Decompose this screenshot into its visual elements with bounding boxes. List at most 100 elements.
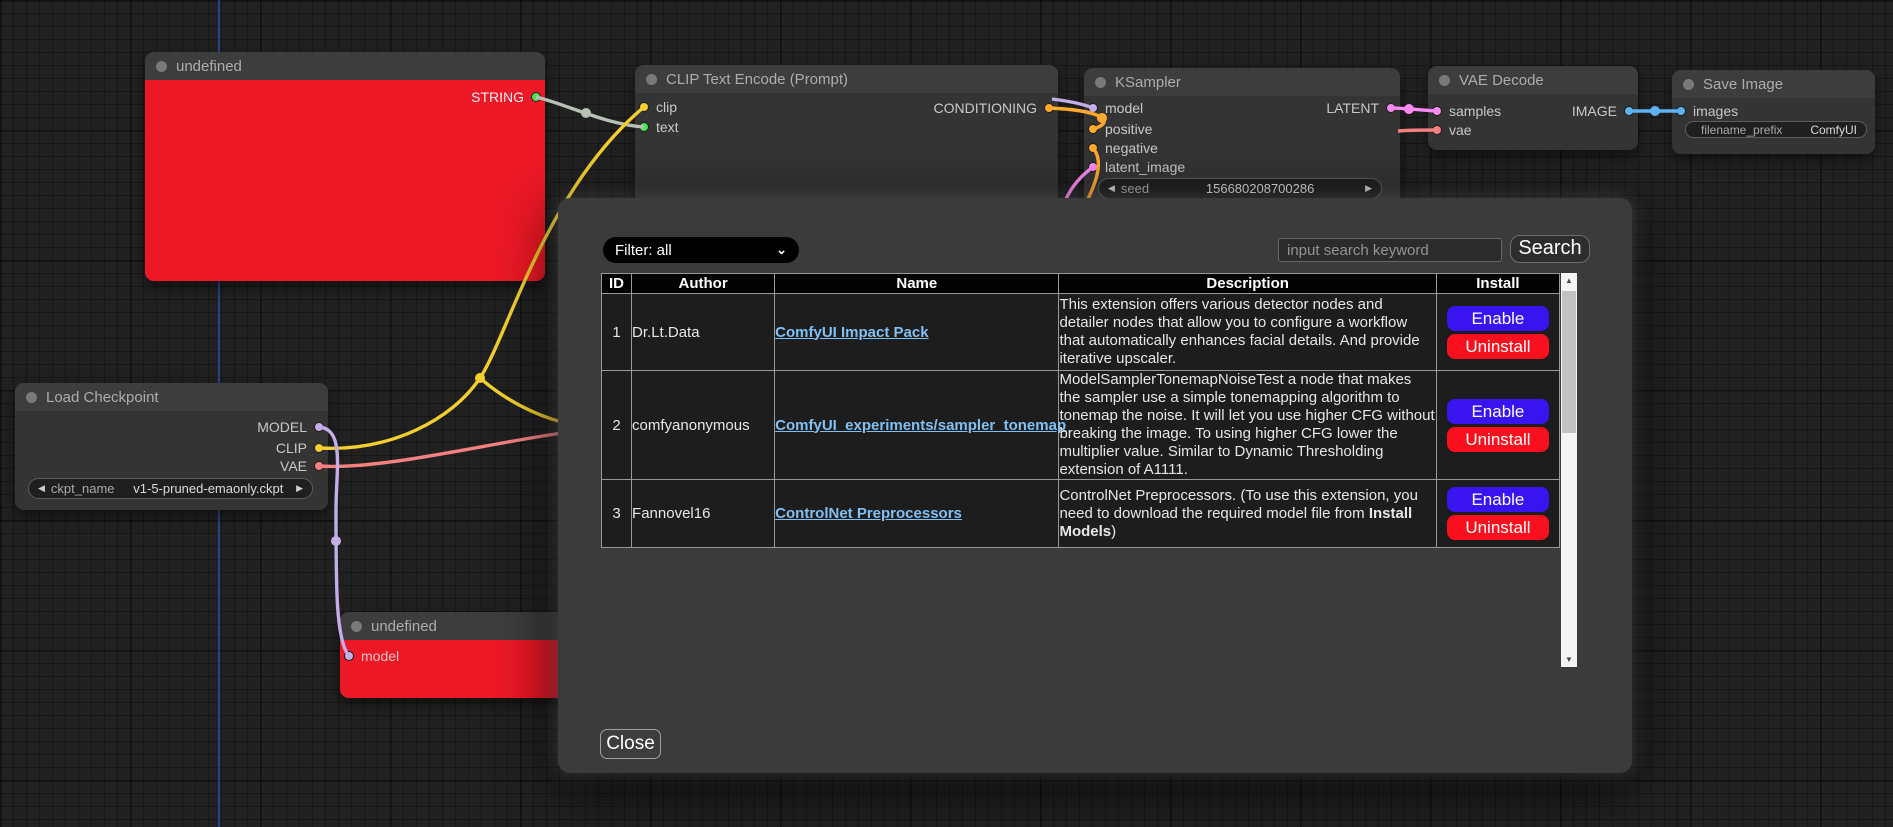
- uninstall-button[interactable]: Uninstall: [1447, 515, 1549, 540]
- slot-dot[interactable]: [639, 102, 649, 112]
- node-ksampler[interactable]: KSampler model positive negative latent_…: [1084, 68, 1400, 210]
- scroll-down-arrow-icon[interactable]: ▼: [1561, 652, 1577, 667]
- link-midpoint-dot[interactable]: [581, 108, 591, 118]
- scrollbar[interactable]: ▲ ▼: [1561, 273, 1577, 667]
- input-slot-latent-image[interactable]: latent_image: [1088, 159, 1185, 175]
- node-load-checkpoint[interactable]: Load Checkpoint MODEL CLIP VAE ◀ ckpt_na…: [15, 383, 328, 510]
- table-header-row: IDAuthorNameDescriptionInstall: [602, 274, 1560, 294]
- collapse-dot-icon[interactable]: [156, 61, 167, 72]
- input-slot-samples[interactable]: samples: [1432, 103, 1501, 119]
- node-title: Load Checkpoint: [46, 389, 159, 406]
- node-title: undefined: [176, 58, 242, 75]
- collapse-dot-icon[interactable]: [646, 74, 657, 85]
- node-titlebar[interactable]: Save Image: [1672, 70, 1875, 98]
- cell-author: comfyanonymous: [632, 371, 775, 480]
- slot-dot[interactable]: [1088, 103, 1098, 113]
- input-slot-vae[interactable]: vae: [1432, 122, 1472, 138]
- slot-dot[interactable]: [1676, 106, 1686, 116]
- increment-arrow-icon[interactable]: ▶: [1365, 183, 1372, 194]
- close-button[interactable]: Close: [600, 729, 661, 759]
- output-slot-latent[interactable]: LATENT: [1326, 100, 1396, 116]
- enable-button[interactable]: Enable: [1447, 306, 1549, 331]
- table-row: 2comfyanonymousComfyUI_experiments/sampl…: [602, 371, 1560, 480]
- link-vae-left-segment: [319, 433, 562, 466]
- seed-widget[interactable]: ◀ seed 156680208700286 ▶: [1098, 178, 1382, 199]
- node-undefined-top[interactable]: undefined STRING: [145, 52, 545, 281]
- cell-author: Dr.Lt.Data: [632, 294, 775, 371]
- table-header-cell: Name: [775, 274, 1059, 294]
- output-slot-image[interactable]: IMAGE: [1572, 103, 1634, 119]
- slot-dot[interactable]: [1386, 103, 1396, 113]
- widget-label: ckpt_name: [51, 481, 115, 496]
- link-midpoint-dot[interactable]: [331, 536, 341, 546]
- search-button[interactable]: Search: [1510, 235, 1590, 263]
- node-save-image[interactable]: Save Image images filename_prefix ComfyU…: [1672, 70, 1875, 154]
- ckpt-name-widget[interactable]: ◀ ckpt_name v1-5-pruned-emaonly.ckpt ▶: [28, 478, 313, 499]
- slot-dot[interactable]: [1624, 106, 1634, 116]
- link-string-to-text: [536, 97, 644, 127]
- slot-dot[interactable]: [1088, 124, 1098, 134]
- slot-dot[interactable]: [344, 651, 354, 661]
- collapse-dot-icon[interactable]: [1095, 77, 1106, 88]
- output-slot-conditioning[interactable]: CONDITIONING: [934, 100, 1054, 116]
- link-midpoint-dot[interactable]: [1650, 106, 1660, 116]
- slot-dot[interactable]: [314, 422, 324, 432]
- input-slot-positive[interactable]: positive: [1088, 121, 1152, 137]
- slot-dot[interactable]: [531, 92, 541, 102]
- collapse-dot-icon[interactable]: [1439, 75, 1450, 86]
- uninstall-button[interactable]: Uninstall: [1447, 334, 1549, 359]
- collapse-dot-icon[interactable]: [351, 621, 362, 632]
- extension-link[interactable]: ComfyUI Impact Pack: [775, 324, 928, 341]
- extension-link[interactable]: ControlNet Preprocessors: [775, 505, 962, 522]
- cell-name: ComfyUI_experiments/sampler_tonemap: [775, 371, 1059, 480]
- link-midpoint-dot[interactable]: [475, 373, 485, 383]
- input-slot-model[interactable]: model: [344, 648, 399, 664]
- next-arrow-icon[interactable]: ▶: [296, 483, 303, 494]
- node-titlebar[interactable]: KSampler: [1084, 68, 1400, 96]
- cell-id: 2: [602, 371, 632, 480]
- node-titlebar[interactable]: CLIP Text Encode (Prompt): [635, 65, 1058, 93]
- slot-dot[interactable]: [314, 461, 324, 471]
- search-input[interactable]: [1278, 238, 1502, 262]
- slot-dot[interactable]: [639, 122, 649, 132]
- scroll-up-arrow-icon[interactable]: ▲: [1561, 273, 1577, 288]
- decrement-arrow-icon[interactable]: ◀: [1108, 183, 1115, 194]
- slot-dot[interactable]: [1432, 106, 1442, 116]
- enable-button[interactable]: Enable: [1447, 487, 1549, 512]
- prev-arrow-icon[interactable]: ◀: [38, 483, 45, 494]
- link-midpoint-dot[interactable]: [1404, 104, 1414, 114]
- node-title: KSampler: [1115, 74, 1181, 91]
- slot-dot[interactable]: [314, 443, 324, 453]
- slot-dot[interactable]: [1088, 162, 1098, 172]
- extension-link[interactable]: ComfyUI_experiments/sampler_tonemap: [775, 417, 1066, 434]
- output-slot-vae[interactable]: VAE: [280, 458, 324, 474]
- input-slot-clip[interactable]: clip: [639, 99, 677, 115]
- input-slot-negative[interactable]: negative: [1088, 140, 1158, 156]
- slot-dot[interactable]: [1432, 125, 1442, 135]
- node-vae-decode[interactable]: VAE Decode samples vae IMAGE: [1428, 66, 1638, 150]
- slot-dot[interactable]: [1044, 103, 1054, 113]
- uninstall-button[interactable]: Uninstall: [1447, 427, 1549, 452]
- input-slot-text[interactable]: text: [639, 119, 679, 135]
- node-graph-canvas[interactable]: undefined STRING CLIP Text Encode (Promp…: [0, 0, 1893, 827]
- input-slot-model[interactable]: model: [1088, 100, 1143, 116]
- node-titlebar[interactable]: VAE Decode: [1428, 66, 1638, 94]
- output-slot-clip[interactable]: CLIP: [276, 440, 324, 456]
- table-row: 3Fannovel16ControlNet PreprocessorsContr…: [602, 480, 1560, 548]
- node-title: Save Image: [1703, 76, 1783, 93]
- table-header-cell: Description: [1059, 274, 1436, 294]
- input-slot-images[interactable]: images: [1676, 103, 1738, 119]
- collapse-dot-icon[interactable]: [26, 392, 37, 403]
- filename-prefix-widget[interactable]: filename_prefix ComfyUI: [1685, 121, 1867, 138]
- node-titlebar[interactable]: Load Checkpoint: [15, 383, 328, 411]
- output-slot-string[interactable]: STRING: [471, 89, 541, 105]
- node-clip-text-encode[interactable]: CLIP Text Encode (Prompt) clip text COND…: [635, 65, 1058, 210]
- filter-select[interactable]: Filter: all ⌄: [603, 237, 799, 263]
- slot-dot[interactable]: [1088, 143, 1098, 153]
- node-titlebar[interactable]: undefined: [145, 52, 545, 80]
- output-slot-model[interactable]: MODEL: [257, 419, 324, 435]
- enable-button[interactable]: Enable: [1447, 399, 1549, 424]
- collapse-dot-icon[interactable]: [1683, 79, 1694, 90]
- scrollbar-thumb[interactable]: [1562, 291, 1576, 433]
- cell-id: 3: [602, 480, 632, 548]
